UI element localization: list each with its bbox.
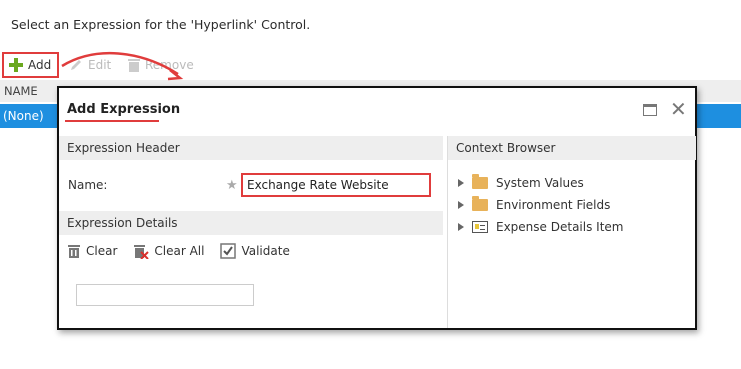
dialog-title: Add Expression <box>67 102 181 117</box>
tree-item-expense-details-item[interactable]: Expense Details Item <box>458 216 623 238</box>
column-name-label: NAME <box>4 84 38 98</box>
row-name: (None) <box>3 109 44 123</box>
expression-toolbar: Clear Clear All Validate <box>67 240 306 262</box>
folder-icon <box>472 196 488 211</box>
required-star-icon: ★ <box>226 178 238 193</box>
instruction-text: Select an Expression for the 'Hyperlink'… <box>11 17 311 32</box>
close-icon[interactable]: ✕ <box>670 99 687 119</box>
expression-details-section: Expression Details <box>59 211 443 235</box>
expression-pane: Expression Header Name: ★ Expression Det… <box>59 136 445 328</box>
expand-arrow-icon[interactable] <box>458 201 464 209</box>
add-expression-dialog: Add Expression ✕ Expression Header Name:… <box>57 86 697 330</box>
pencil-icon <box>71 60 81 70</box>
clear-button[interactable]: Clear <box>67 243 117 259</box>
expression-field[interactable] <box>76 284 254 306</box>
edit-button-label: Edit <box>88 58 112 72</box>
folder-icon <box>472 174 488 189</box>
expand-arrow-icon[interactable] <box>458 223 464 231</box>
tree-item-label: Expense Details Item <box>496 220 624 234</box>
trash-icon <box>128 59 140 72</box>
context-browser-title: Context Browser <box>456 141 556 155</box>
trash-icon <box>68 245 80 258</box>
expression-header-title: Expression Header <box>67 141 180 155</box>
clear-label: Clear <box>86 244 118 258</box>
add-button[interactable]: Add <box>2 52 59 78</box>
expand-arrow-icon[interactable] <box>458 179 464 187</box>
validate-button[interactable]: Validate <box>220 243 290 259</box>
name-field[interactable] <box>241 173 431 197</box>
clear-all-button[interactable]: Clear All <box>133 243 204 259</box>
form-item-icon <box>472 221 488 233</box>
expression-details-title: Expression Details <box>67 216 178 230</box>
maximize-icon[interactable] <box>643 104 657 116</box>
tree-item-label: System Values <box>496 176 584 190</box>
checkbox-check-icon <box>220 243 237 259</box>
clear-all-label: Clear All <box>154 244 205 258</box>
plus-icon <box>9 58 23 72</box>
expression-header-section: Expression Header <box>59 136 443 160</box>
remove-button[interactable]: Remove <box>127 52 194 78</box>
tree-item-label: Environment Fields <box>496 198 611 212</box>
context-browser-header: Context Browser <box>448 136 696 160</box>
trash-x-icon <box>134 245 150 259</box>
context-tree: System Values Environment Fields Expense… <box>458 172 623 238</box>
tree-item-environment-fields[interactable]: Environment Fields <box>458 194 623 216</box>
context-browser-pane: Context Browser System Values Environmen… <box>447 136 696 328</box>
edit-button[interactable]: Edit <box>68 52 111 78</box>
tree-item-system-values[interactable]: System Values <box>458 172 623 194</box>
validate-label: Validate <box>241 244 290 258</box>
name-label: Name: <box>68 178 108 192</box>
add-button-label: Add <box>28 58 52 72</box>
remove-button-label: Remove <box>145 58 194 72</box>
title-highlight-underline <box>65 120 159 122</box>
